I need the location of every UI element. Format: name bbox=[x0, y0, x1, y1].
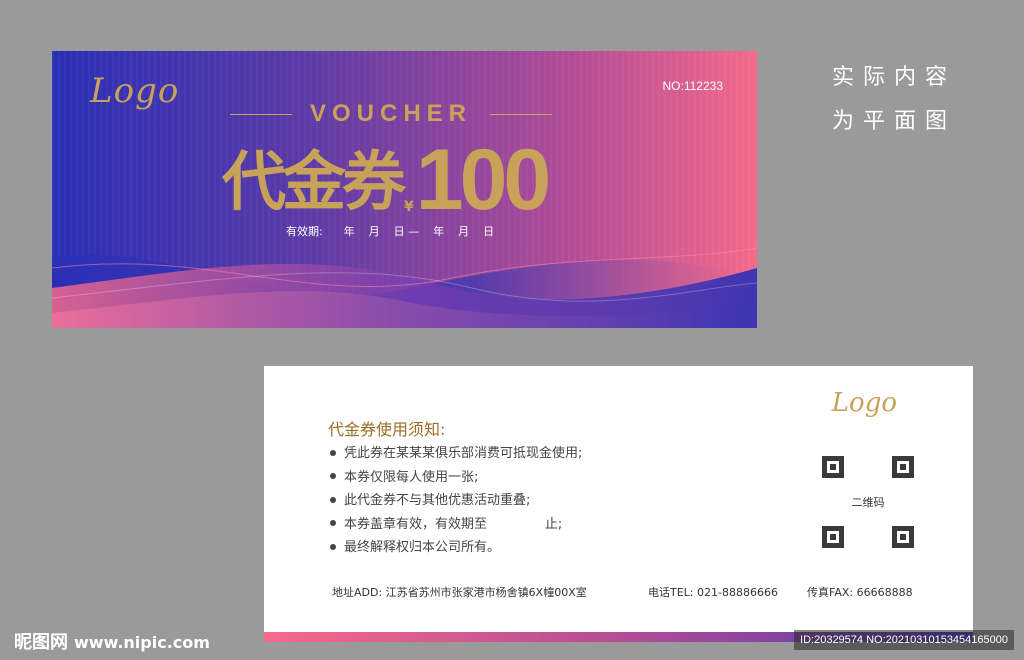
voucher-amount-block: 代金券 ¥100 bbox=[222, 131, 551, 223]
watermark-brand: 昵图网 www.nipic.com bbox=[14, 628, 210, 654]
wave-decoration bbox=[52, 247, 757, 328]
voucher-heading: VOUCHER bbox=[230, 100, 552, 128]
serial-number: NO:112233 bbox=[662, 79, 724, 93]
back-logo: Logo bbox=[831, 388, 897, 418]
qr-corner-icon bbox=[822, 526, 844, 548]
side-note-line-2: 为平面图 bbox=[832, 109, 957, 134]
watermark-brand-name: 昵图网 bbox=[14, 632, 68, 653]
rule-text: 最终解释权归本公司所有。 bbox=[344, 540, 501, 555]
list-item: 凭此券在某某某俱乐部消费可抵现金使用; bbox=[328, 442, 582, 466]
voucher-amount: 100 bbox=[415, 132, 551, 228]
qr-corner-icon bbox=[892, 526, 914, 548]
qr-label: 二维码 bbox=[851, 496, 885, 509]
rule-text: 此代金券不与其他优惠活动重叠; bbox=[344, 493, 531, 508]
list-item: 此代金券不与其他优惠活动重叠; bbox=[328, 489, 582, 513]
currency-symbol: ¥ bbox=[404, 199, 414, 215]
heading-divider-right bbox=[490, 114, 552, 115]
usage-rules-list: 凭此券在某某某俱乐部消费可抵现金使用; 本券仅限每人使用一张; 此代金券不与其他… bbox=[328, 442, 582, 560]
rule-text: 本券仅限每人使用一张; bbox=[344, 469, 479, 485]
bullet-icon bbox=[330, 496, 336, 503]
watermark-site: www.nipic.com bbox=[74, 633, 210, 652]
bullet-icon bbox=[330, 543, 336, 550]
phone: 电话TEL: 021-88886666 bbox=[648, 586, 778, 599]
voucher-title-cn: 代金券 bbox=[222, 146, 406, 220]
fax: 传真FAX: 66668888 bbox=[807, 586, 913, 599]
voucher-front-card: Logo NO:112233 VOUCHER 代金券 ¥100 有效期: 年 月 … bbox=[52, 51, 757, 328]
voucher-back-card: Logo 代金券使用须知: 凭此券在某某某俱乐部消费可抵现金使用; 本券仅限每人… bbox=[264, 366, 973, 642]
qr-corner-icon bbox=[822, 456, 844, 478]
watermark-id: ID:20329574 NO:20210310153454165000 bbox=[794, 630, 1014, 650]
list-item: 本券仅限每人使用一张; bbox=[328, 466, 582, 490]
list-item: 本券盖章有效，有效期至 止; bbox=[328, 513, 582, 537]
front-logo: Logo bbox=[90, 71, 180, 111]
rule-text: 本券盖章有效，有效期至 止; bbox=[344, 516, 563, 532]
bullet-icon bbox=[330, 520, 336, 526]
bullet-icon bbox=[330, 473, 336, 479]
side-note: 实际内容 为平面图 bbox=[832, 56, 956, 144]
side-note-line-1: 实际内容 bbox=[832, 65, 957, 90]
rule-text: 凭此券在某某某俱乐部消费可抵现金使用; bbox=[344, 446, 583, 461]
list-item: 最终解释权归本公司所有。 bbox=[328, 536, 582, 560]
usage-notice-title: 代金券使用须知: bbox=[328, 420, 446, 439]
qr-corner-icon bbox=[892, 456, 914, 478]
bullet-icon bbox=[330, 449, 336, 456]
qr-code-placeholder: 二维码 bbox=[822, 456, 914, 548]
address: 地址ADD: 江苏省苏州市张家港市杨舍镇6X幢00X室 bbox=[332, 586, 587, 599]
